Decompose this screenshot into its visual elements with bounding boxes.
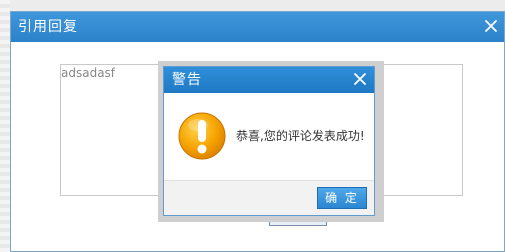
close-icon	[354, 73, 366, 85]
close-icon	[485, 20, 497, 32]
warning-icon	[177, 111, 227, 161]
confirm-button[interactable]: 确 定	[317, 187, 367, 209]
warning-dialog-titlebar: 警告	[164, 67, 374, 93]
quote-text: adsadasf	[61, 66, 116, 80]
warning-dialog: 警告 恭喜,您的评论发表成功! 确 定	[163, 66, 375, 216]
reply-dialog-titlebar: 引用回复	[11, 12, 504, 42]
alert-message: 恭喜,您的评论发表成功!	[236, 129, 365, 143]
left-edge-guide	[0, 0, 10, 252]
warning-dialog-close-button[interactable]	[352, 71, 368, 87]
reply-dialog-title: 引用回复	[18, 19, 78, 35]
warning-dialog-footer: 确 定	[164, 180, 374, 215]
reply-dialog-close-button[interactable]	[481, 16, 501, 36]
alert-frame: 警告 恭喜,您的评论发表成功! 确 定	[158, 61, 384, 222]
warning-dialog-title: 警告	[172, 72, 202, 88]
